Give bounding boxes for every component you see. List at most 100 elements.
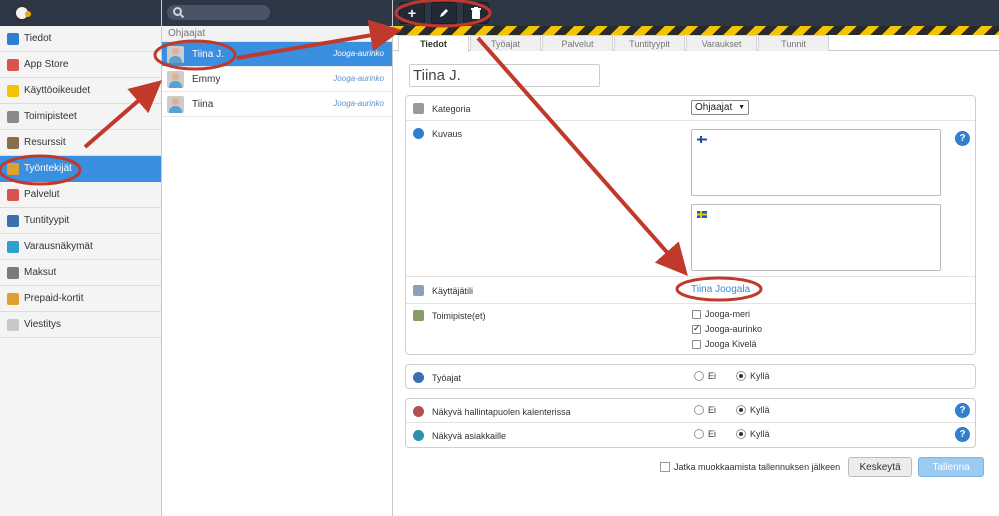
toolbar: +: [393, 0, 999, 26]
description-row: Kuvaus ?: [406, 121, 975, 277]
calendar-icon: [7, 214, 19, 227]
search-input[interactable]: [167, 5, 270, 20]
list-item[interactable]: Emmy Jooga-aurinko: [162, 67, 392, 92]
sidebar-item-label: App Store: [24, 59, 69, 70]
sidebar-item-label: Viestitys: [24, 319, 62, 330]
work-hours-label: Työajat: [432, 372, 462, 383]
work-hours-yes-radio[interactable]: [736, 371, 747, 381]
trash-icon: [471, 7, 481, 19]
location-checkbox-item: Jooga-aurinko: [692, 323, 762, 334]
admin-calendar-yes-radio[interactable]: [736, 405, 747, 415]
help-icon[interactable]: ?: [955, 403, 970, 418]
edit-button[interactable]: [431, 2, 457, 24]
sidebar-item-10[interactable]: Prepaid-kortit: [0, 286, 161, 312]
description-fi-textarea[interactable]: [691, 129, 941, 196]
location-checkbox[interactable]: [692, 309, 701, 319]
sidebar-item-1[interactable]: App Store: [0, 52, 161, 78]
description-sv-textarea[interactable]: [691, 204, 941, 271]
customers-no-radio[interactable]: [694, 429, 704, 439]
person-name: Tiina J.: [192, 48, 224, 60]
category-label: Kategoria: [432, 103, 471, 114]
save-button[interactable]: Tallenna: [918, 457, 985, 477]
category-icon: [413, 103, 424, 114]
clock-icon: [413, 372, 424, 383]
admin-calendar-no-radio[interactable]: [694, 405, 704, 415]
description-label: Kuvaus: [432, 128, 463, 139]
plus-icon: +: [407, 5, 417, 21]
avatar: [167, 45, 184, 63]
category-select[interactable]: Ohjaajat ▼: [691, 100, 749, 115]
app-store-icon: [7, 58, 19, 71]
tab-3[interactable]: Tuntityypit: [614, 35, 685, 51]
admin-calendar-row: Näkyvä hallintapuolen kalenterissa Ei Ky…: [406, 399, 975, 423]
avatar: [167, 95, 184, 113]
category-row: Kategoria Ohjaajat ▼: [406, 96, 975, 121]
work-hours-radios: Ei Kyllä: [694, 371, 790, 381]
person-name: Tiina: [192, 98, 214, 110]
app-logo-icon[interactable]: [13, 4, 31, 22]
list-item[interactable]: Tiina J. Jooga-aurinko: [162, 42, 392, 67]
location-checkbox[interactable]: [692, 323, 701, 334]
person-location: Jooga-aurinko: [333, 49, 384, 58]
list-item[interactable]: Tiina Jooga-aurinko: [162, 92, 392, 117]
resources-icon: [7, 136, 19, 149]
help-icon[interactable]: ?: [955, 427, 970, 442]
customers-yes-radio[interactable]: [736, 429, 747, 439]
sidebar-item-4[interactable]: Resurssit: [0, 130, 161, 156]
visibility-card: Näkyvä hallintapuolen kalenterissa Ei Ky…: [405, 398, 976, 448]
work-hours-no-radio[interactable]: [694, 371, 704, 381]
hazard-stripe: [393, 26, 999, 35]
person-location: Jooga-aurinko: [333, 99, 384, 108]
services-icon: [7, 188, 19, 201]
sidebar-item-label: Palvelut: [24, 189, 60, 200]
delete-button[interactable]: [463, 2, 489, 24]
locations-label: Toimipiste(et): [432, 310, 486, 321]
cancel-button[interactable]: Keskeytä: [848, 457, 913, 477]
tab-5[interactable]: Tunnit: [758, 35, 829, 51]
sidebar-item-8[interactable]: Varausnäkymät: [0, 234, 161, 260]
sidebar-item-label: Tuntityypit: [24, 215, 70, 226]
sidebar-item-5[interactable]: Työntekijät: [0, 156, 161, 182]
eye-icon: [413, 406, 424, 417]
sidebar-item-2[interactable]: Käyttöoikeudet: [0, 78, 161, 104]
card-icon: [7, 292, 19, 305]
sidebar-item-label: Työntekijät: [24, 163, 72, 174]
sidebar-item-7[interactable]: Tuntityypit: [0, 208, 161, 234]
tab-4[interactable]: Varaukset: [686, 35, 757, 51]
search-bar: [162, 0, 392, 26]
customers-row: Näkyvä asiakkaille Ei Kyllä ?: [406, 423, 975, 447]
sidebar-item-label: Resurssit: [24, 137, 66, 148]
location-checkbox-label: Jooga-meri: [705, 309, 751, 319]
sidebar-item-9[interactable]: Maksut: [0, 260, 161, 286]
user-account-link[interactable]: Tiina Joogala: [691, 284, 750, 295]
sidebar-item-6[interactable]: Palvelut: [0, 182, 161, 208]
group-title: Ohjaajat: [162, 26, 392, 42]
info-icon: [7, 32, 19, 45]
sidebar-item-3[interactable]: Toimipisteet: [0, 104, 161, 130]
continue-editing-checkbox[interactable]: [660, 462, 670, 472]
caret-down-icon: ▼: [738, 104, 745, 111]
tab-1[interactable]: Työajat: [470, 35, 541, 51]
detail-panel: + Tiedot Työajat Palvelut Tuntityypit Varauk…: [393, 0, 999, 516]
sidebar-item-11[interactable]: Viestitys: [0, 312, 161, 338]
info-icon: [413, 128, 424, 139]
search-icon: [173, 7, 182, 16]
help-icon[interactable]: ?: [955, 131, 970, 146]
work-hours-row: Työajat Ei Kyllä: [406, 365, 975, 388]
staff-icon: [7, 162, 19, 175]
admin-calendar-label: Näkyvä hallintapuolen kalenterissa: [432, 406, 571, 417]
customers-label: Näkyvä asiakkaille: [432, 430, 507, 441]
tab-0[interactable]: Tiedot: [398, 35, 469, 52]
name-input[interactable]: Tiina J.: [409, 64, 600, 87]
user-account-row: Käyttäjätili Tiina Joogala: [406, 277, 975, 304]
tab-2[interactable]: Palvelut: [542, 35, 613, 51]
person-name: Emmy: [192, 73, 221, 85]
sidebar-item-0[interactable]: Tiedot: [0, 26, 161, 52]
star-icon: [7, 84, 19, 97]
add-button[interactable]: +: [399, 2, 425, 24]
globe-icon: [7, 240, 19, 253]
building-icon: [7, 110, 19, 123]
eye-icon: [413, 430, 424, 441]
location-checkbox[interactable]: [692, 339, 701, 349]
avatar: [167, 70, 184, 88]
